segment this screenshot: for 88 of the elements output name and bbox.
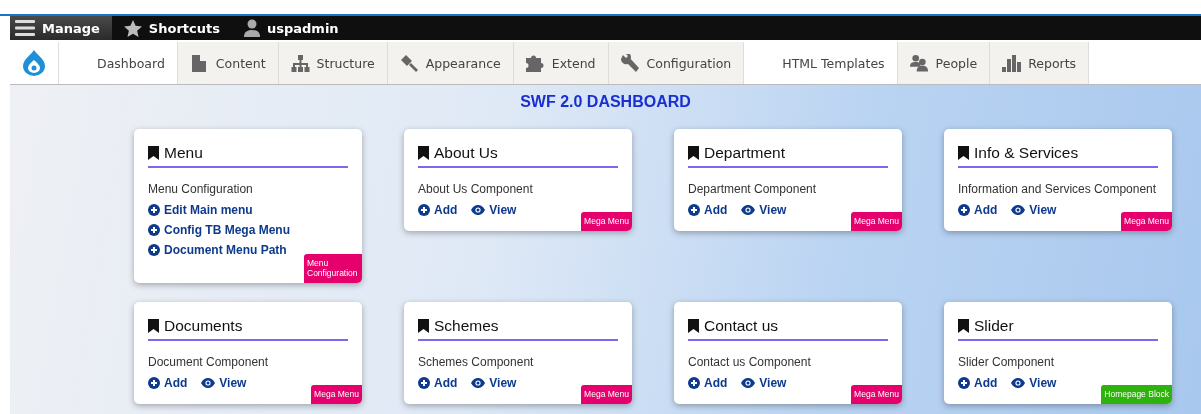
tray-tab[interactable]: Reports: [990, 42, 1090, 84]
eye-icon: [741, 378, 756, 388]
plus-circle-icon: [148, 224, 160, 236]
eye-icon: [1011, 378, 1026, 388]
tray-tab[interactable]: Content: [177, 42, 279, 84]
bookmark-icon: [418, 146, 429, 160]
eye-icon: [1011, 205, 1026, 215]
add-link[interactable]: Add: [688, 376, 728, 390]
tray-tab[interactable]: People: [897, 42, 991, 84]
tray-tab[interactable]: Extend: [513, 42, 609, 84]
category-badge: Mega Menu: [851, 385, 902, 404]
bookmark-icon: [688, 319, 699, 333]
card-title-text: Schemes: [434, 317, 499, 335]
category-badge: Homepage Block: [1101, 385, 1172, 404]
bookmark-icon: [688, 146, 699, 160]
eye-icon: [471, 378, 486, 388]
view-link[interactable]: View: [201, 376, 247, 390]
add-link[interactable]: Edit Main menu: [148, 203, 253, 217]
view-link[interactable]: View: [1011, 203, 1057, 217]
eye-icon: [201, 378, 216, 388]
card-title-text: Department: [704, 144, 785, 162]
eye-icon: [741, 205, 756, 215]
people-icon: [909, 54, 929, 72]
card-description: Department Component: [688, 182, 818, 196]
tray-tab[interactable]: Appearance: [387, 42, 514, 84]
category-badge: Mega Menu: [311, 385, 362, 404]
add-link[interactable]: Add: [148, 376, 188, 390]
add-link[interactable]: Add: [958, 376, 998, 390]
bookmark-icon: [148, 319, 159, 333]
card-title-text: Slider: [974, 317, 1014, 335]
category-badge: Mega Menu: [851, 212, 902, 231]
menu-icon: [15, 20, 35, 36]
wrench-icon: [621, 54, 639, 72]
dashboard-title: SWF 2.0 DASHBOARD: [520, 93, 691, 111]
view-link[interactable]: View: [471, 203, 517, 217]
card-description: Information and Services Component: [958, 182, 1158, 196]
toolbar-tab[interactable]: Manage: [10, 16, 112, 40]
hierarchy-icon: [290, 54, 310, 72]
view-link[interactable]: View: [741, 203, 787, 217]
card-description: About Us Component: [418, 182, 534, 196]
bookmark-icon: [958, 319, 969, 333]
card-title-text: About Us: [434, 144, 498, 162]
add-link[interactable]: Add: [688, 203, 728, 217]
add-link[interactable]: Add: [958, 203, 998, 217]
bookmark-icon: [958, 146, 969, 160]
bookmark-icon: [148, 146, 159, 160]
plus-circle-icon: [688, 204, 700, 216]
card-description: Schemes Component: [418, 355, 535, 369]
card-description: Contact us Component: [688, 355, 812, 369]
toolbar-tab[interactable]: Shortcuts: [111, 16, 232, 40]
plus-circle-icon: [418, 377, 430, 389]
plus-circle-icon: [958, 204, 970, 216]
star-icon: [123, 19, 142, 37]
toolbar-tab[interactable]: uspadmin: [231, 16, 351, 40]
plus-circle-icon: [148, 244, 160, 256]
category-badge: Mega Menu: [581, 385, 632, 404]
card-title-text: Menu: [164, 144, 203, 162]
view-link[interactable]: View: [1011, 376, 1057, 390]
add-link[interactable]: Config TB Mega Menu: [148, 223, 290, 237]
card-title-text: Documents: [164, 317, 243, 335]
eye-icon: [471, 205, 486, 215]
view-link[interactable]: View: [471, 376, 517, 390]
category-badge: Menu Configuration: [304, 253, 362, 283]
plus-circle-icon: [958, 377, 970, 389]
card-title-text: Info & Services: [974, 144, 1079, 162]
category-badge: Mega Menu: [1121, 212, 1172, 231]
drop-logo-icon[interactable]: [23, 50, 45, 76]
card-title-text: Contact us: [704, 317, 779, 335]
bookmark-icon: [418, 319, 429, 333]
bar-chart-icon: [1002, 54, 1022, 72]
plus-circle-icon: [688, 377, 700, 389]
card-description: Slider Component: [958, 355, 1056, 369]
brush-icon: [400, 54, 419, 72]
add-link[interactable]: Add: [418, 203, 458, 217]
category-badge: Mega Menu: [581, 212, 632, 231]
card-description: Document Component: [148, 355, 270, 369]
plus-circle-icon: [148, 377, 160, 389]
card-description: Menu Configuration: [148, 182, 254, 196]
plus-circle-icon: [148, 204, 160, 216]
view-link[interactable]: View: [741, 376, 787, 390]
user-icon: [243, 19, 260, 37]
add-link[interactable]: Document Menu Path: [148, 243, 287, 257]
page-icon: [192, 54, 207, 72]
add-link[interactable]: Add: [418, 376, 458, 390]
puzzle-icon: [525, 54, 545, 72]
tray-tab[interactable]: Structure: [278, 42, 388, 84]
plus-circle-icon: [418, 204, 430, 216]
tray-tab[interactable]: Configuration: [608, 42, 745, 84]
